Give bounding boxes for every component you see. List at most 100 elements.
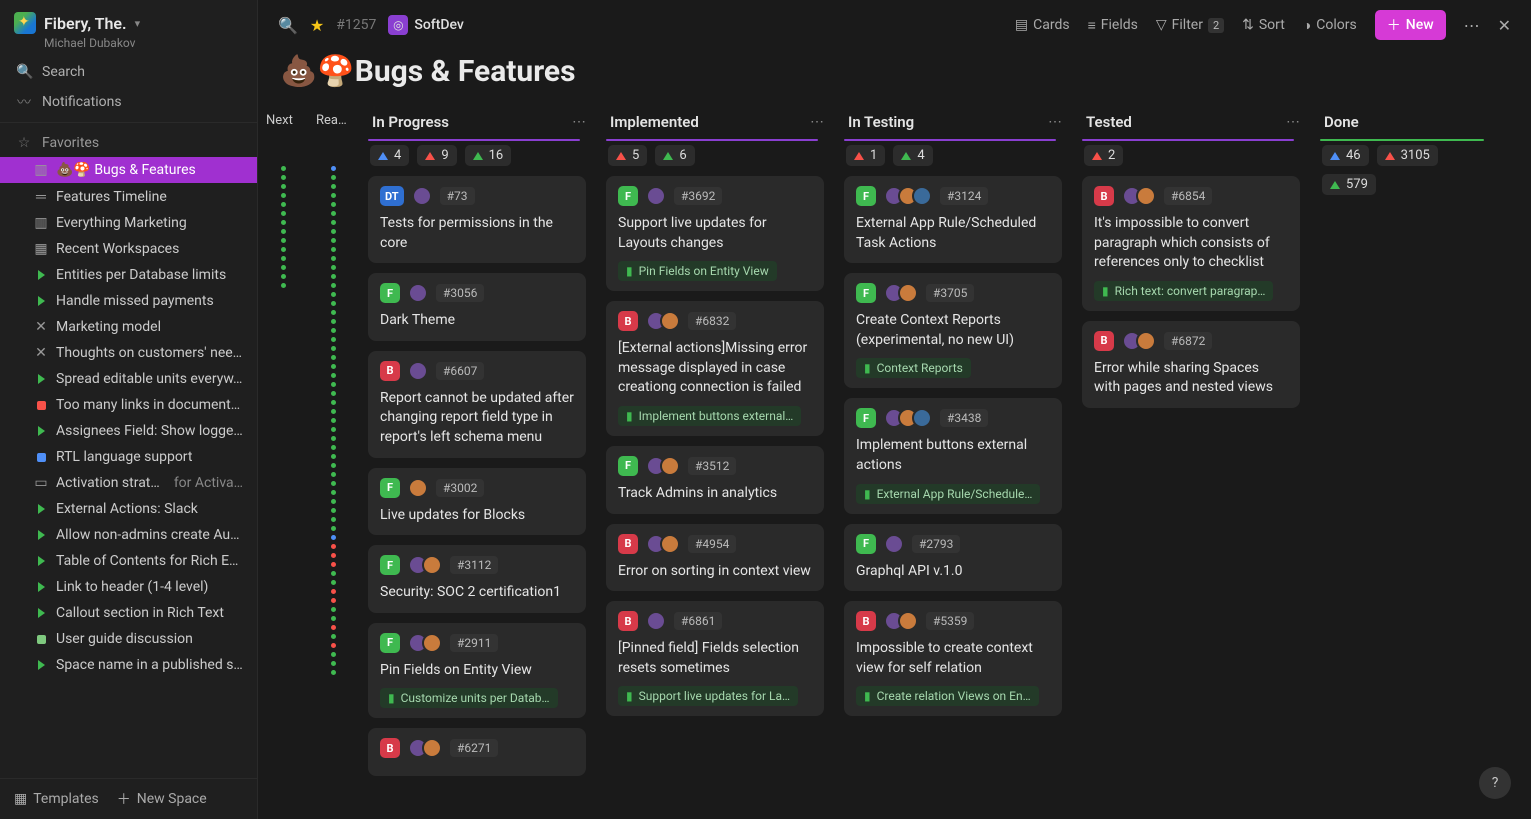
col-ready[interactable]: Rea…	[308, 105, 358, 819]
sidebar-item[interactable]: Callout section in Rich Text	[0, 600, 257, 626]
card[interactable]: F #3512 Track Admins in analytics	[606, 446, 824, 514]
star-icon[interactable]: ★	[310, 16, 324, 35]
link-icon: ▮	[626, 264, 633, 278]
column-menu-icon[interactable]: ⋯	[572, 114, 586, 130]
card[interactable]: DT #73 Tests for permissions in the core	[368, 176, 586, 263]
sidebar-item[interactable]: ▦Recent Workspaces	[0, 236, 257, 262]
card-title: Error on sorting in context view	[618, 562, 812, 582]
avatars	[884, 611, 918, 631]
card[interactable]: B #6854 It's impossible to convert parag…	[1082, 176, 1300, 311]
sidebar-item[interactable]: Spread editable units everyw…	[0, 366, 257, 392]
sidebar-item[interactable]: Space name in a published s…	[0, 652, 257, 678]
counter[interactable]: 3105	[1377, 145, 1438, 166]
card[interactable]: F #3705 Create Context Reports (experime…	[844, 273, 1062, 388]
sidebar-item[interactable]: Handle missed payments	[0, 288, 257, 314]
new-space-button[interactable]: ＋ New Space	[117, 789, 207, 809]
relation-chip[interactable]: ▮Context Reports	[856, 358, 971, 378]
avatars	[884, 534, 904, 554]
sidebar-item[interactable]: Entities per Database limits	[0, 262, 257, 288]
counter[interactable]: 46	[1322, 145, 1369, 166]
search-icon[interactable]: 🔍	[278, 16, 298, 35]
sidebar-item[interactable]: Allow non-admins create Aut…	[0, 522, 257, 548]
sidebar-item[interactable]: Link to header (1-4 level)	[0, 574, 257, 600]
notifications-row[interactable]: 〰 Notifications	[0, 86, 257, 118]
sort-button[interactable]: ⇅Sort	[1242, 17, 1285, 33]
counter[interactable]: 4	[370, 145, 409, 166]
counter[interactable]: 1	[846, 145, 885, 166]
card[interactable]: B #5359 Impossible to create context vie…	[844, 601, 1062, 716]
sidebar-item[interactable]: External Actions: Slack	[0, 496, 257, 522]
templates-button[interactable]: ▦ Templates	[14, 791, 99, 807]
relation-chip[interactable]: ▮Pin Fields on Entity View	[618, 261, 777, 281]
card[interactable]: B #4954 Error on sorting in context view	[606, 524, 824, 592]
relation-chip[interactable]: ▮External App Rule/Schedule…	[856, 484, 1040, 504]
col-done: Done 463105579	[1310, 105, 1500, 819]
sidebar-item[interactable]: ▥Everything Marketing	[0, 210, 257, 236]
card[interactable]: B #6872 Error while sharing Spaces with …	[1082, 321, 1300, 408]
fields-button[interactable]: ≡Fields	[1088, 17, 1138, 34]
column-menu-icon[interactable]: ⋯	[810, 114, 824, 130]
card[interactable]: F #2793 Graphql API v.1.0	[844, 524, 1062, 592]
avatars	[1122, 331, 1156, 351]
new-button[interactable]: ＋New	[1375, 10, 1446, 40]
sidebar-item[interactable]: ✕Thoughts on customers' nee…	[0, 340, 257, 366]
card[interactable]: F #3056 Dark Theme	[368, 273, 586, 341]
counter[interactable]: 5	[608, 145, 647, 166]
sidebar-item[interactable]: User guide discussion	[0, 626, 257, 652]
colors-button[interactable]: ◑Colors	[1303, 17, 1357, 34]
card[interactable]: F #3438 Implement buttons external actio…	[844, 398, 1062, 513]
relation-chip[interactable]: ▮Customize units per Datab…	[380, 688, 558, 708]
sidebar-item[interactable]: Assignees Field: Show logge…	[0, 418, 257, 444]
counter[interactable]: 2	[1084, 145, 1123, 166]
app-breadcrumb[interactable]: ◎ SoftDev	[388, 15, 464, 35]
cards-button[interactable]: ▤Cards	[1015, 17, 1070, 33]
card[interactable]: B #6861 [Pinned field] Fields selection …	[606, 601, 824, 716]
counter[interactable]: 16	[465, 145, 512, 166]
chevron-down-icon[interactable]: ▾	[135, 17, 141, 30]
avatars	[412, 186, 432, 206]
counter[interactable]: 6	[655, 145, 694, 166]
sidebar-item[interactable]: Too many links in document …	[0, 392, 257, 418]
sidebar-item[interactable]: RTL language support	[0, 444, 257, 470]
relation-chip[interactable]: ▮Create relation Views on En…	[856, 686, 1039, 706]
col-title: Tested	[1086, 113, 1132, 131]
item-label: Callout section in Rich Text	[56, 605, 224, 621]
counter-icon	[1092, 152, 1102, 160]
sidebar-item[interactable]: ▥💩🍄 Bugs & Features	[0, 157, 257, 183]
counter[interactable]: 579	[1322, 174, 1376, 195]
card[interactable]: F #2911 Pin Fields on Entity View▮Custom…	[368, 623, 586, 719]
avatar	[408, 283, 428, 303]
sidebar-item[interactable]: ✕Marketing model	[0, 314, 257, 340]
column-menu-icon[interactable]: ⋯	[1286, 114, 1300, 130]
counter[interactable]: 4	[893, 145, 932, 166]
relation-chip[interactable]: ▮Rich text: convert paragrap…	[1094, 281, 1273, 301]
sidebar-item[interactable]: ▭Activation strategy for Activa…	[0, 470, 257, 496]
card[interactable]: F #3112 Security: SOC 2 certification1	[368, 545, 586, 613]
avatars	[408, 555, 442, 575]
type-badge: F	[380, 633, 400, 653]
card[interactable]: B #6271	[368, 728, 586, 776]
item-label: Everything Marketing	[56, 215, 187, 231]
avatar	[646, 186, 666, 206]
item-label: Assignees Field: Show logge…	[56, 423, 243, 439]
more-icon[interactable]: ⋯	[1464, 16, 1480, 35]
card[interactable]: F #3124 External App Rule/Scheduled Task…	[844, 176, 1062, 263]
column-menu-icon[interactable]: ⋯	[1048, 114, 1062, 130]
counter[interactable]: 9	[417, 145, 456, 166]
card[interactable]: F #3692 Support live updates for Layouts…	[606, 176, 824, 291]
card[interactable]: B #6832 [External actions]Missing error …	[606, 301, 824, 436]
filter-button[interactable]: ▽Filter2	[1156, 17, 1224, 33]
card[interactable]: B #6607 Report cannot be updated after c…	[368, 351, 586, 458]
sidebar-item[interactable]: Table of Contents for Rich Ed…	[0, 548, 257, 574]
avatars	[884, 283, 918, 303]
favorites-section[interactable]: ☆ Favorites	[0, 127, 257, 157]
search-row[interactable]: 🔍 Search	[0, 58, 257, 86]
relation-chip[interactable]: ▮Implement buttons external…	[618, 406, 801, 426]
card[interactable]: F #3002 Live updates for Blocks	[368, 468, 586, 536]
workspace-header[interactable]: Fibery, The. ▾ Michael Dubakov	[0, 0, 257, 58]
relation-chip[interactable]: ▮Support live updates for La…	[618, 686, 798, 706]
close-icon[interactable]: ✕	[1498, 16, 1511, 35]
col-next[interactable]: Next	[258, 105, 308, 819]
sidebar-item[interactable]: ═Features Timeline	[0, 183, 257, 210]
help-button[interactable]: ?	[1479, 767, 1511, 799]
